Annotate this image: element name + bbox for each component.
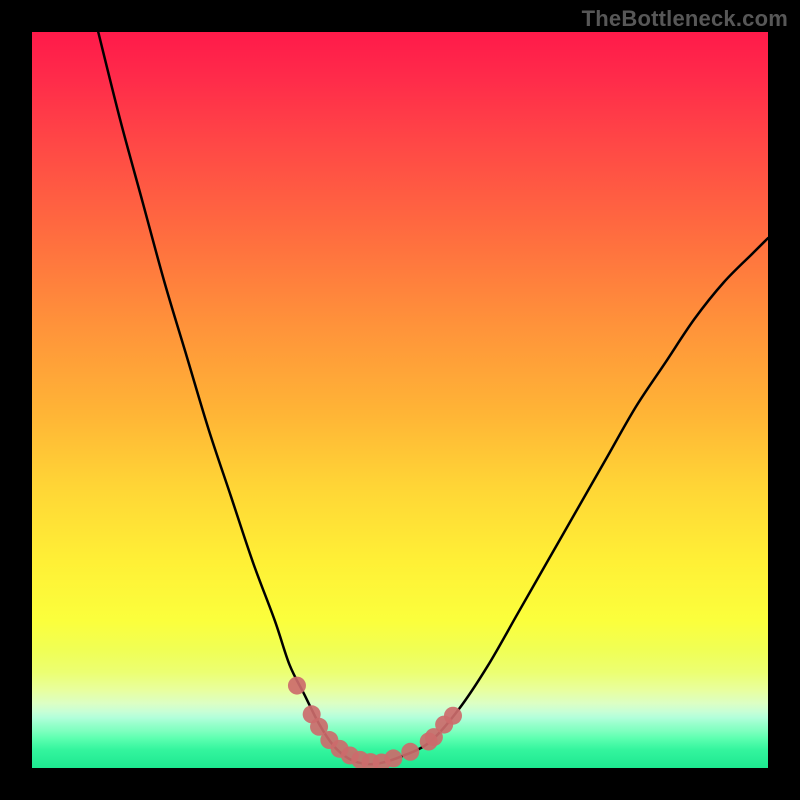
plot-area xyxy=(32,32,768,768)
marker-dot xyxy=(444,707,462,725)
marker-dot xyxy=(384,749,402,767)
chart-frame: TheBottleneck.com xyxy=(0,0,800,800)
marker-dot xyxy=(401,743,419,761)
attribution-text: TheBottleneck.com xyxy=(582,6,788,32)
curve-markers xyxy=(32,32,768,768)
marker-dot xyxy=(288,677,306,695)
